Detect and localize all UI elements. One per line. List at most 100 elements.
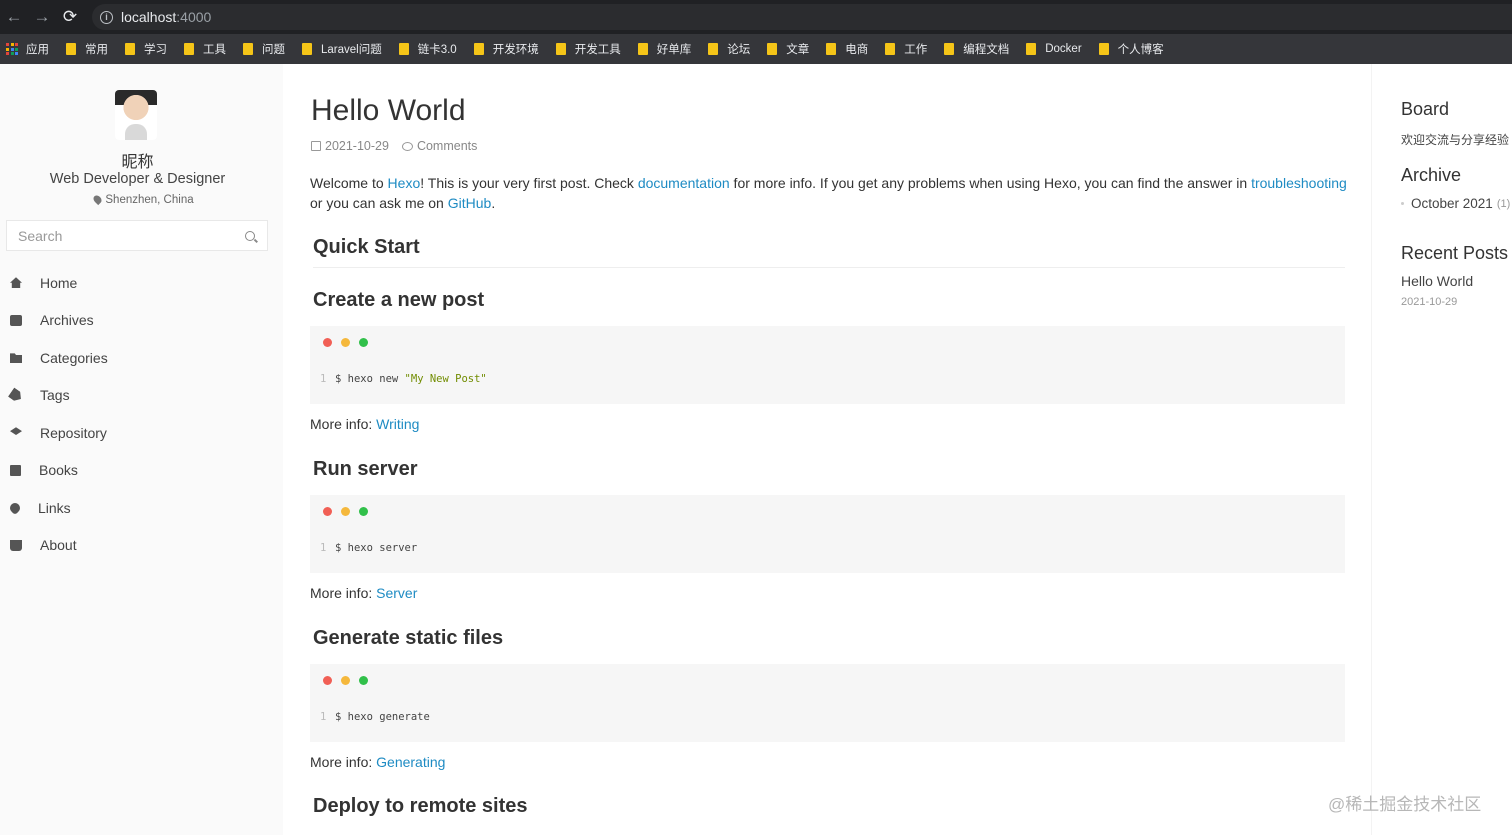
sidebar-item-links[interactable]: Links	[0, 489, 283, 527]
intro-text: .	[491, 195, 496, 211]
folder-icon	[555, 43, 566, 55]
recent-post-link[interactable]: Hello World	[1401, 273, 1473, 289]
recent-posts-title: Recent Posts	[1401, 243, 1509, 263]
bookmark-folder[interactable]: 工作	[885, 41, 927, 57]
bookmark-label: 学习	[144, 44, 167, 56]
bookmark-label: 个人博客	[1117, 44, 1164, 56]
troubleshooting-link[interactable]: troubleshooting	[1251, 175, 1347, 191]
bookmark-folder[interactable]: 编程文档	[944, 41, 1009, 57]
bookmark-label: 常用	[85, 44, 108, 56]
bookmark-label: 文章	[786, 44, 810, 56]
url-host: localhost	[121, 9, 177, 25]
profile-sidebar: 昵称 Web Developer & Designer Shenzhen, Ch…	[0, 64, 283, 835]
bookmark-folder[interactable]: Laravel问题	[302, 41, 382, 57]
calendar-icon	[311, 141, 321, 151]
archive-item[interactable]: October 2021 (1)	[1401, 196, 1510, 211]
documentation-link[interactable]: documentation	[638, 175, 730, 191]
server-link[interactable]: Server	[376, 585, 417, 601]
intro-text: or you can ask me on	[310, 195, 448, 211]
sidebar-item-categories[interactable]: Categories	[0, 339, 283, 377]
code-block: 1 $ hexo generate	[310, 664, 1345, 742]
more-info: More info: Generating	[310, 752, 1350, 772]
avatar[interactable]	[115, 90, 157, 140]
github-link[interactable]: GitHub	[448, 195, 492, 211]
search-input[interactable]	[18, 227, 233, 244]
post-date: 2021-10-29	[325, 139, 389, 153]
generating-link[interactable]: Generating	[376, 754, 445, 770]
sidebar-item-tags[interactable]: Tags	[0, 377, 283, 415]
folder-icon	[826, 43, 837, 55]
address-bar[interactable]: i localhost:4000	[92, 4, 1512, 30]
code-line: 1 $ hexo generate	[320, 711, 430, 723]
repository-icon	[10, 427, 22, 435]
bookmark-folder[interactable]: 开发环境	[473, 41, 539, 57]
folder-icon	[885, 43, 896, 55]
bookmark-folder[interactable]: 电商	[826, 41, 868, 57]
code-string: "My New Post"	[404, 373, 487, 385]
folder-icon	[637, 43, 648, 55]
post-content: Hello World 2021-10-29 Comments Welcome …	[283, 64, 1371, 835]
folder-icon	[184, 43, 194, 55]
sidebar-item-books[interactable]: Books	[0, 452, 283, 490]
bookmark-apps[interactable]: 应用	[6, 41, 49, 57]
bookmark-folder[interactable]: 问题	[243, 41, 285, 57]
board-title: Board	[1401, 99, 1450, 119]
bookmark-label: 开发工具	[574, 44, 621, 56]
bookmark-folder[interactable]: 个人博客	[1098, 41, 1164, 57]
apps-grid-icon	[6, 43, 18, 55]
bookmark-label: Laravel问题	[321, 44, 382, 56]
sidebar-item-home[interactable]: Home	[0, 264, 283, 302]
bookmark-folder[interactable]: Docker	[1026, 43, 1082, 55]
sidebar-item-label: Tags	[40, 387, 70, 404]
yellow-dot-icon	[341, 507, 350, 516]
line-number: 1	[320, 373, 327, 385]
yellow-dot-icon	[341, 338, 350, 347]
comments-link[interactable]: Comments	[417, 139, 477, 153]
reload-icon[interactable]: ⟳	[56, 0, 84, 34]
sidebar-item-repository[interactable]: Repository	[0, 414, 283, 452]
more-info-label: More info:	[310, 754, 377, 770]
green-dot-icon	[359, 676, 368, 685]
folder-icon	[1098, 43, 1109, 55]
bookmark-label: 工具	[203, 44, 226, 56]
folder-icon	[302, 43, 312, 55]
profile-role: Web Developer & Designer	[49, 171, 226, 187]
red-dot-icon	[323, 338, 332, 347]
info-icon[interactable]: i	[100, 10, 113, 24]
bookmark-label: 电商	[845, 44, 869, 56]
bookmark-folder[interactable]: 常用	[66, 41, 108, 57]
bookmark-folder[interactable]: 工具	[184, 41, 226, 57]
archive-count: (1)	[1496, 197, 1511, 210]
hexo-link[interactable]: Hexo	[388, 175, 421, 191]
right-sidebar: Board 欢迎交流与分享经验 Archive October 2021 (1) …	[1371, 64, 1512, 835]
writing-link[interactable]: Writing	[376, 416, 419, 432]
heading-generate-static: Generate static files	[313, 627, 504, 649]
bookmark-folder[interactable]: 论坛	[708, 41, 750, 57]
bookmark-label: 问题	[262, 44, 285, 56]
code-line: 1 $ hexo new "My New Post"	[320, 373, 487, 385]
sidebar-item-label: Books	[39, 462, 78, 479]
code-command: $ hexo new	[335, 373, 405, 385]
archive-month[interactable]: October 2021	[1411, 196, 1493, 211]
sidebar-item-label: Home	[40, 274, 78, 291]
search-box	[6, 220, 268, 251]
url-port: :4000	[176, 9, 212, 25]
bookmark-folder[interactable]: 学习	[125, 41, 167, 57]
search-icon[interactable]	[245, 231, 255, 241]
bookmark-folder[interactable]: 链卡3.0	[398, 41, 457, 57]
browser-toolbar: ← → ⟳ i localhost:4000	[0, 0, 1512, 34]
back-arrow-icon[interactable]: ←	[0, 0, 28, 34]
folder-icon	[243, 43, 253, 55]
bookmark-folder[interactable]: 文章	[767, 41, 809, 57]
intro-text: Welcome to	[310, 175, 388, 191]
code-command: $ hexo generate	[335, 711, 430, 723]
sidebar-item-archives[interactable]: Archives	[0, 302, 283, 340]
post-title[interactable]: Hello World	[311, 94, 466, 128]
coffee-icon	[10, 539, 22, 551]
code-block: 1 $ hexo server	[310, 495, 1345, 573]
folder-icon	[398, 43, 409, 55]
forward-arrow-icon[interactable]: →	[28, 0, 56, 34]
sidebar-item-about[interactable]: About	[0, 527, 283, 565]
bookmark-folder[interactable]: 好单库	[637, 41, 691, 57]
bookmark-folder[interactable]: 开发工具	[555, 41, 621, 57]
